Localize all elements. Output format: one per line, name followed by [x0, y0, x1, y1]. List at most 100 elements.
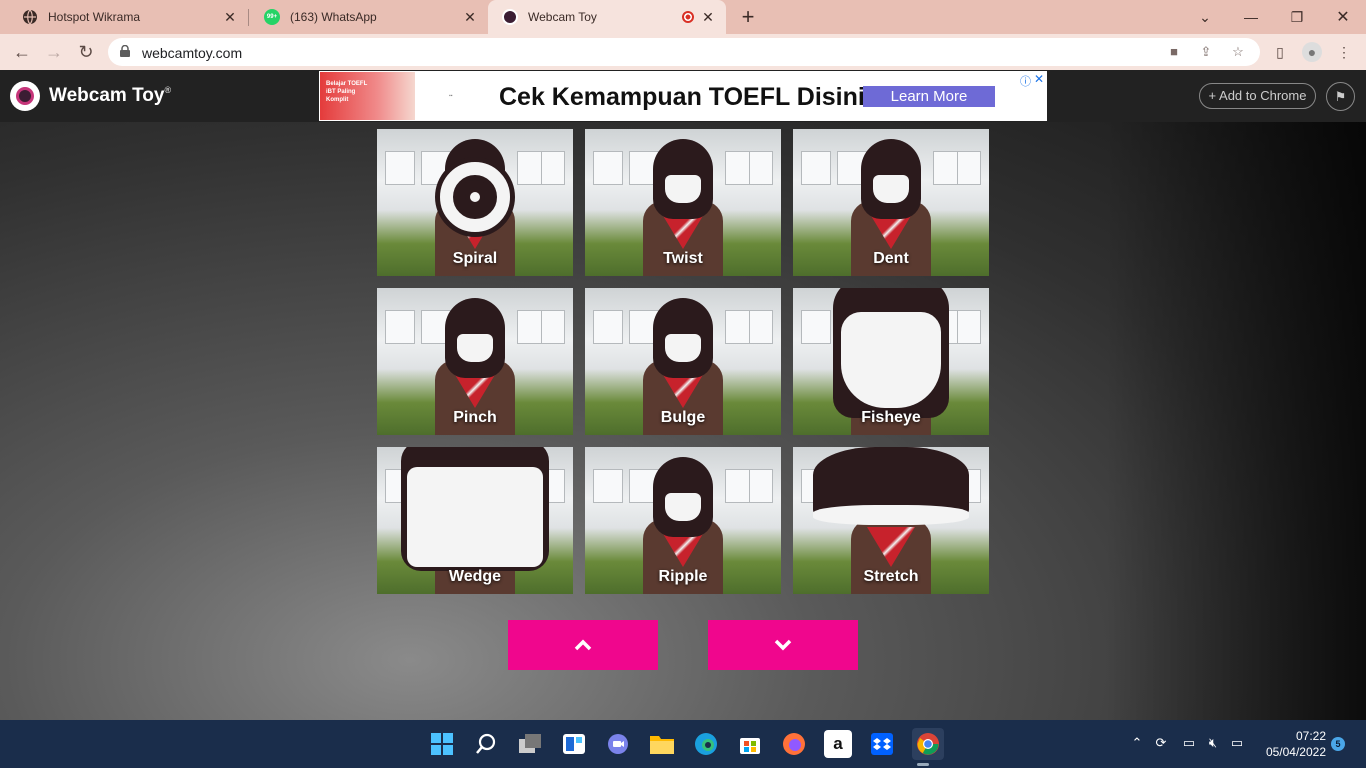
ad-learn-more-button[interactable]: Learn More — [863, 86, 995, 107]
windows-taskbar: a ⌃ ⟳ ▭ 🔇︎ ▭ — [0, 720, 1366, 768]
forward-icon[interactable]: → — [42, 40, 66, 64]
effect-label: Pinch — [453, 409, 497, 426]
background-vignette — [1106, 122, 1366, 720]
effect-tile-stretch[interactable]: Stretch — [793, 447, 989, 594]
task-view-icon[interactable] — [516, 730, 544, 758]
camera-preview-shape — [873, 175, 909, 203]
minimize-button[interactable]: — — [1228, 0, 1274, 34]
next-page-button[interactable] — [708, 620, 858, 670]
back-icon[interactable]: ← — [10, 40, 34, 64]
address-bar[interactable]: webcamtoy.com ■ ⇪ ☆ — [108, 38, 1260, 66]
effect-tile-spiral[interactable]: Spiral — [377, 129, 573, 276]
display-icon[interactable]: ▭ — [1180, 734, 1198, 752]
file-explorer-icon[interactable] — [648, 730, 676, 758]
side-panel-icon[interactable]: ▯ — [1270, 42, 1290, 62]
search-icon[interactable] — [472, 730, 500, 758]
firefox-icon[interactable] — [780, 730, 808, 758]
teams-chat-icon[interactable] — [604, 730, 632, 758]
effect-label: Dent — [873, 250, 909, 267]
advertisement-banner[interactable]: Belajar TOEFL iBT Paling Komplit ▪▪ Cek … — [319, 71, 1047, 121]
reload-icon[interactable]: ↻ — [74, 40, 98, 64]
effect-tile-twist[interactable]: Twist — [585, 129, 781, 276]
menu-kebab-icon[interactable]: ⋮ — [1334, 42, 1354, 62]
close-tab-icon[interactable]: ✕ — [222, 9, 238, 25]
camera-preview-shape — [593, 469, 623, 503]
previous-page-button[interactable] — [508, 620, 658, 670]
camera-preview-shape — [665, 493, 701, 521]
add-to-chrome-button[interactable]: + Add to Chrome — [1199, 83, 1316, 109]
effect-label: Bulge — [660, 409, 706, 426]
new-tab-button[interactable]: + — [737, 6, 759, 28]
camera-preview-shape — [541, 310, 565, 344]
camera-preview-shape — [665, 334, 701, 362]
bookmark-star-icon[interactable]: ☆ — [1230, 44, 1246, 60]
windows-start-icon[interactable] — [428, 730, 456, 758]
tab-hotspot-wikrama[interactable]: Hotspot Wikrama ✕ — [8, 0, 248, 34]
tab-separator — [248, 9, 249, 26]
camera-preview-shape — [813, 505, 969, 525]
profile-avatar[interactable]: ● — [1302, 42, 1322, 62]
camera-preview-shape — [593, 310, 623, 344]
globe-icon — [22, 9, 38, 25]
browser-toolbar: ← → ↻ webcamtoy.com ■ ⇪ ☆ ▯ ● ⋮ — [0, 34, 1366, 70]
lock-icon — [120, 45, 130, 57]
camera-preview-shape — [665, 175, 701, 203]
chevron-down-icon — [774, 639, 792, 651]
close-tab-icon[interactable]: ✕ — [700, 9, 716, 25]
amazon-icon[interactable]: a — [824, 730, 852, 758]
tab-title: (163) WhatsApp — [290, 10, 377, 24]
tab-webcam-toy[interactable]: Webcam Toy ✕ — [488, 0, 726, 34]
effect-label: Twist — [663, 250, 703, 267]
effect-tile-wedge[interactable]: Wedge — [377, 447, 573, 594]
notification-badge[interactable]: 5 — [1331, 737, 1345, 751]
camera-preview-shape — [801, 310, 831, 344]
restore-button[interactable]: ❐ — [1274, 0, 1320, 34]
ad-info-icon[interactable]: ⓘ — [1020, 73, 1031, 89]
whatsapp-badge: 99+ — [266, 14, 278, 20]
battery-icon[interactable]: ▭ — [1228, 734, 1246, 752]
tab-whatsapp[interactable]: 99+ (163) WhatsApp ✕ — [250, 0, 488, 34]
effect-tile-pinch[interactable]: Pinch — [377, 288, 573, 435]
camera-preview-shape — [957, 310, 981, 344]
whatsapp-icon: 99+ — [264, 9, 280, 25]
system-clock[interactable]: 07:22 05/04/2022 — [1258, 728, 1326, 760]
camera-preview-shape — [749, 151, 773, 185]
effect-tile-ripple[interactable]: Ripple — [585, 447, 781, 594]
ad-logo-mark: ▪▪ — [449, 93, 453, 99]
clock-time: 07:22 — [1295, 729, 1326, 743]
registered-mark: ® — [164, 85, 172, 95]
chevron-up-icon — [574, 639, 592, 651]
ad-thumbnail: Belajar TOEFL iBT Paling Komplit — [320, 72, 415, 120]
tab-search-icon[interactable]: ⌄ — [1182, 0, 1228, 34]
widgets-icon[interactable] — [560, 730, 588, 758]
camera-preview-shape — [749, 310, 773, 344]
site-logo[interactable]: Webcam Toy® — [10, 81, 171, 111]
edge-browser-icon[interactable] — [692, 730, 720, 758]
ad-headline: Cek Kemampuan TOEFL Disini — [499, 83, 865, 111]
camera-preview-shape — [385, 310, 415, 344]
ad-close-icon[interactable]: ✕ — [1034, 72, 1044, 86]
volume-muted-icon[interactable]: 🔇︎ — [1204, 734, 1222, 752]
camera-preview-shape — [593, 151, 623, 185]
dropbox-icon[interactable] — [868, 730, 896, 758]
chrome-taskbar-icon[interactable] — [912, 728, 944, 760]
camera-preview-shape — [385, 151, 415, 185]
site-name: Webcam Toy — [49, 85, 165, 106]
show-hidden-icons[interactable]: ⌃ — [1128, 734, 1146, 752]
sync-icon[interactable]: ⟳ — [1152, 734, 1170, 752]
effect-tile-bulge[interactable]: Bulge — [585, 288, 781, 435]
effect-label: Fisheye — [861, 409, 921, 426]
flag-icon[interactable]: ⚑ — [1326, 82, 1355, 111]
camera-in-use-icon[interactable]: ■ — [1166, 44, 1182, 60]
webcamtoy-logo-icon — [10, 81, 40, 111]
close-window-button[interactable]: ✕ — [1320, 0, 1366, 34]
microsoft-store-icon[interactable] — [736, 730, 764, 758]
effect-label: Stretch — [863, 568, 919, 585]
tab-title: Webcam Toy — [528, 10, 597, 24]
camera-preview-shape — [801, 151, 831, 185]
camera-preview-shape — [465, 187, 485, 207]
effect-tile-fisheye[interactable]: Fisheye — [793, 288, 989, 435]
share-icon[interactable]: ⇪ — [1198, 44, 1214, 60]
close-tab-icon[interactable]: ✕ — [462, 9, 478, 25]
effect-tile-dent[interactable]: Dent — [793, 129, 989, 276]
